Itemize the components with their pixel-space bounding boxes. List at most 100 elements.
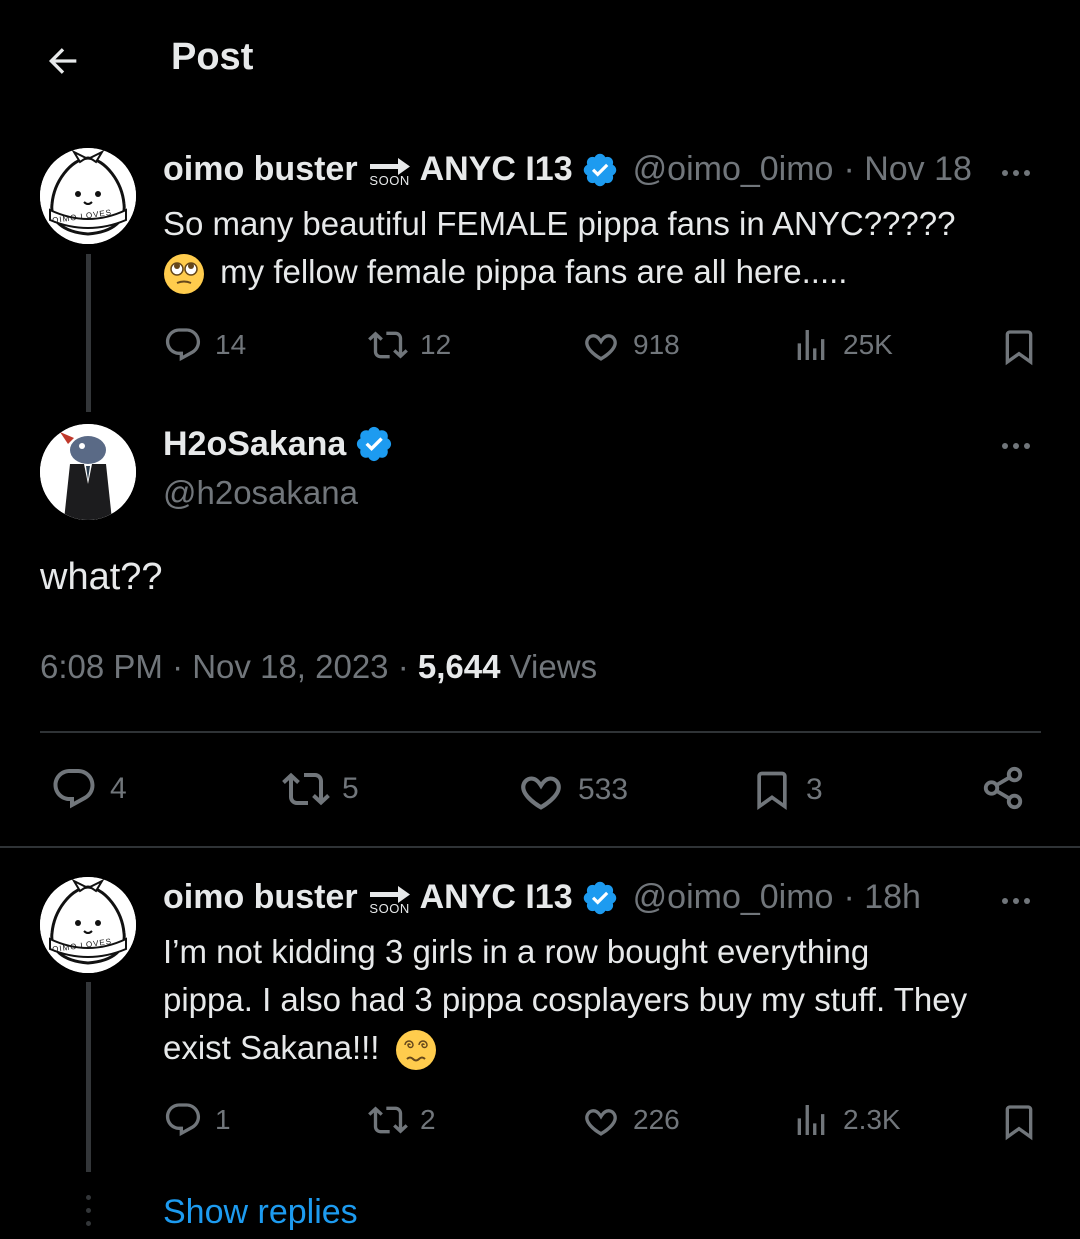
more-options-button[interactable] — [1002, 170, 1030, 176]
repost-icon — [368, 1106, 408, 1134]
dot-icon — [1024, 170, 1030, 176]
thread-line — [86, 254, 91, 412]
tweet-timestamp[interactable]: 6:08 PM · Nov 18, 2023 · — [40, 648, 409, 685]
tweet-text: what?? — [40, 556, 163, 598]
soon-label: SOON — [369, 172, 410, 188]
views-count: 5,644 — [417, 648, 501, 685]
oimo-avatar-icon — [40, 148, 136, 244]
bookmark-icon — [757, 771, 787, 811]
author-name[interactable]: H2oSakana — [163, 425, 346, 464]
tweet-header: oimo buster SOON ANYC I13 @oimo_0imo · 1… — [163, 878, 921, 917]
reply-button[interactable]: 4 — [50, 765, 127, 813]
reply-icon — [165, 328, 201, 362]
repost-count: 5 — [342, 772, 359, 805]
dot-icon — [1002, 170, 1008, 176]
rolling-eyes-emoji-icon — [164, 254, 204, 295]
page-title: Post — [171, 36, 254, 78]
dot-icon — [1002, 443, 1008, 449]
dot-icon — [1013, 898, 1019, 904]
verified-badge-icon — [357, 426, 392, 462]
views-count: 25K — [843, 329, 893, 360]
author-name[interactable]: oimo buster — [163, 150, 358, 189]
tweet-meta: 6:08 PM · Nov 18, 2023 · 5,644 Views — [40, 648, 597, 686]
top-bar: Post — [0, 0, 1080, 115]
like-count: 918 — [633, 329, 680, 360]
reply-count: 4 — [110, 772, 127, 805]
oimo-avatar-icon — [40, 877, 136, 973]
repost-count: 2 — [420, 1104, 436, 1135]
bookmark-count: 3 — [806, 773, 823, 806]
arrow-left-icon — [48, 48, 77, 74]
back-button[interactable] — [40, 38, 86, 84]
heart-icon — [521, 776, 561, 810]
thread-line — [86, 982, 91, 1172]
bar-chart-icon — [797, 330, 825, 360]
more-options-button[interactable] — [1002, 898, 1030, 904]
bar-chart-icon — [797, 1105, 825, 1135]
soon-label: SOON — [369, 900, 410, 916]
dot-icon — [1024, 898, 1030, 904]
reply-icon — [165, 1103, 201, 1137]
tweet-text: I’m not kidding 3 girls in a row bought … — [163, 928, 967, 1072]
thread-continuation-dots — [86, 1195, 91, 1226]
like-button[interactable]: 533 — [516, 765, 628, 815]
heart-icon — [585, 1109, 617, 1136]
bookmark-button[interactable]: 3 — [750, 765, 823, 815]
reply-button[interactable]: 1 — [163, 1100, 231, 1140]
verified-badge-icon — [583, 881, 616, 914]
views-button[interactable]: 2.3K — [791, 1100, 901, 1140]
dot-icon — [1002, 898, 1008, 904]
tweet-header: oimo buster SOON ANYC I13 @oimo_0imo · N… — [163, 150, 972, 189]
dot-icon — [1024, 443, 1030, 449]
views-label: Views — [509, 648, 598, 685]
like-count: 533 — [578, 773, 629, 806]
repost-button[interactable]: 5 — [282, 765, 359, 813]
tweet-actions: 4 5 533 3 — [40, 765, 1040, 815]
bookmark-button[interactable] — [999, 1100, 1039, 1144]
dot-icon — [1013, 443, 1019, 449]
reply-icon — [53, 769, 95, 809]
author-handle[interactable]: @oimo_0imo — [633, 878, 834, 917]
reply-count: 14 — [215, 329, 247, 360]
bookmark-icon — [1005, 330, 1033, 366]
name-emoji-soon-arrow: SOON — [368, 156, 412, 188]
dot-icon — [1013, 170, 1019, 176]
repost-button[interactable]: 2 — [368, 1100, 436, 1140]
divider — [40, 731, 1041, 733]
tweet-text-line: I’m not kidding 3 girls in a row bought … — [163, 933, 870, 970]
heart-icon — [585, 334, 617, 361]
tweet-text-line: my fellow female pippa fans are all here… — [220, 253, 848, 290]
more-options-button[interactable] — [1002, 443, 1030, 449]
share-icon — [983, 766, 1023, 810]
author-name-suffix: ANYC I13 — [419, 878, 573, 916]
avatar[interactable] — [40, 877, 136, 973]
reply-count: 1 — [215, 1104, 231, 1135]
repost-count: 12 — [420, 329, 452, 360]
author-handle[interactable]: @h2osakana — [163, 474, 358, 512]
repost-button[interactable]: 12 — [368, 325, 451, 365]
tweet-text-line-2: my fellow female pippa fans are all here… — [163, 248, 955, 296]
like-count: 226 — [633, 1104, 680, 1135]
tweet-time[interactable]: · Nov 18 — [843, 150, 972, 189]
repost-icon — [368, 331, 408, 359]
tweet-time[interactable]: · 18h — [843, 878, 921, 917]
tweet-text-line-3: exist Sakana!!! — [163, 1024, 967, 1072]
show-replies-link[interactable]: Show replies — [163, 1193, 358, 1232]
bookmark-button[interactable] — [999, 325, 1039, 369]
share-button[interactable] — [980, 765, 1026, 811]
avatar[interactable] — [40, 148, 136, 244]
verified-badge-icon — [583, 153, 616, 186]
author-handle[interactable]: @oimo_0imo — [633, 150, 834, 189]
tweet-actions: 1 2 226 2.3K — [163, 1100, 1043, 1150]
avatar[interactable] — [40, 424, 136, 520]
views-button[interactable]: 25K — [791, 325, 893, 365]
repost-icon — [282, 772, 330, 806]
tweet-header: H2oSakana — [163, 424, 394, 464]
reply-button[interactable]: 14 — [163, 325, 246, 365]
author-name-suffix: ANYC I13 — [419, 150, 573, 188]
views-count: 2.3K — [843, 1104, 901, 1135]
author-name[interactable]: oimo buster — [163, 878, 358, 917]
like-button[interactable]: 918 — [581, 325, 680, 365]
divider — [0, 846, 1080, 848]
like-button[interactable]: 226 — [581, 1100, 680, 1140]
